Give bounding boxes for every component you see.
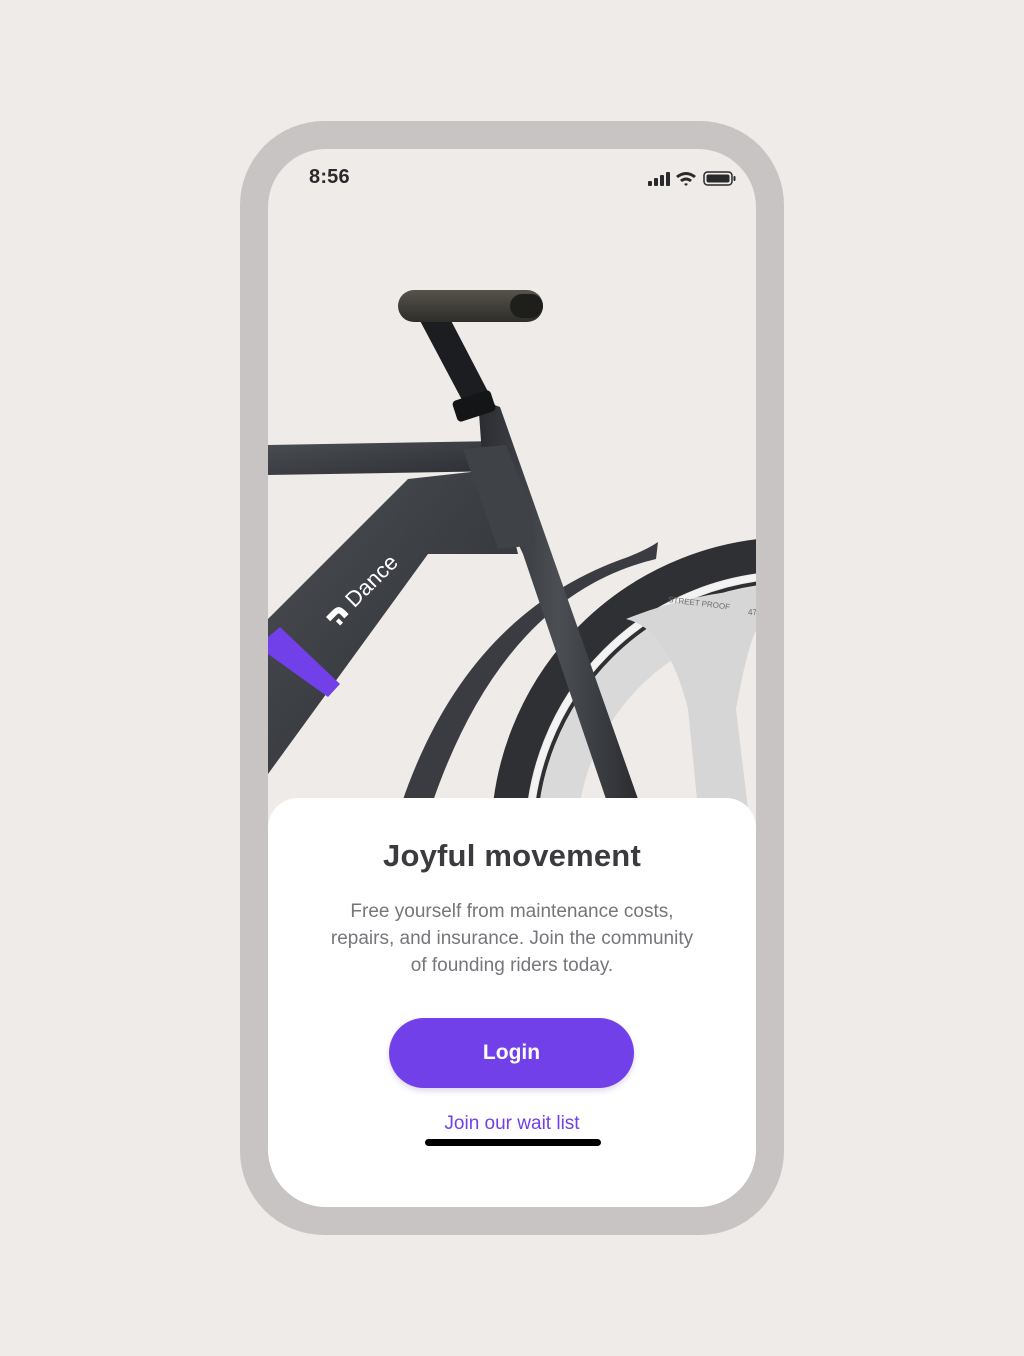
tire-size-text: 47 bbox=[748, 608, 756, 617]
card-description-line: repairs, and insurance. Join the communi… bbox=[330, 928, 694, 949]
join-wait-list-link[interactable]: Join our wait list bbox=[268, 1113, 756, 1135]
card-title: Joyful movement bbox=[383, 838, 641, 873]
onboarding-card: Joyful movement Free yourself from maint… bbox=[268, 798, 756, 1207]
battery-icon bbox=[703, 171, 736, 186]
status-icons bbox=[648, 171, 736, 186]
hero-bike-image: STREET PROOF 47 Dance bbox=[268, 290, 756, 849]
phone-screen: STREET PROOF 47 Dance 8:56 Joyful moveme… bbox=[268, 149, 756, 1207]
card-description-line: of founding riders today. bbox=[410, 955, 614, 976]
status-bar: 8:56 bbox=[268, 149, 756, 209]
cellular-signal-icon bbox=[648, 172, 670, 186]
bike-handlebar bbox=[398, 290, 543, 322]
home-indicator bbox=[425, 1139, 601, 1146]
card-description: Free yourself from maintenance costs, re… bbox=[308, 898, 716, 979]
wifi-icon bbox=[676, 172, 696, 186]
status-time: 8:56 bbox=[309, 166, 350, 188]
card-description-line: Free yourself from maintenance costs, bbox=[350, 901, 674, 922]
login-button[interactable]: Login bbox=[389, 1018, 634, 1088]
bike-down-tube bbox=[268, 469, 518, 774]
